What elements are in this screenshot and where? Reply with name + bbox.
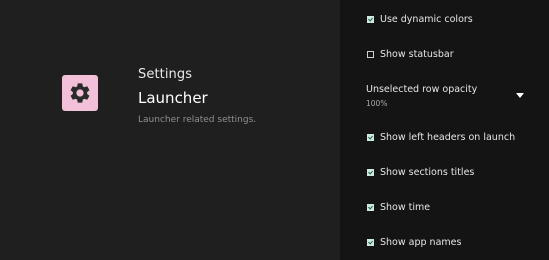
page-description: Launcher related settings. (138, 115, 257, 125)
setting-use-dynamic-colors[interactable]: Use dynamic colors (367, 11, 473, 27)
setting-label: Unselected row opacity (366, 84, 478, 95)
settings-list-panel: Use dynamic colors Show statusbar Unsele… (340, 0, 549, 260)
setting-show-app-names[interactable]: Show app names (367, 234, 461, 250)
caret-down-icon[interactable] (516, 93, 524, 98)
setting-show-left-headers[interactable]: Show left headers on launch (367, 129, 515, 145)
breadcrumb: Settings (138, 67, 193, 82)
setting-label: Show left headers on launch (380, 131, 516, 143)
setting-label: Show statusbar (380, 48, 454, 60)
gear-icon (70, 83, 90, 103)
launcher-settings-screen: Settings Launcher Launcher related setti… (0, 0, 549, 260)
settings-header-pane: Settings Launcher Launcher related setti… (0, 0, 340, 260)
setting-label: Show sections titles (380, 166, 475, 178)
settings-app-icon (62, 75, 98, 111)
checkbox-checked-icon[interactable] (367, 203, 374, 211)
checkbox-checked-icon[interactable] (367, 238, 374, 246)
page-title: Launcher (138, 89, 208, 107)
setting-label: Show app names (380, 236, 462, 248)
setting-unselected-row-opacity[interactable]: Unselected row opacity 100% (366, 84, 526, 112)
setting-show-statusbar[interactable]: Show statusbar (367, 46, 454, 62)
setting-label: Use dynamic colors (380, 13, 473, 25)
checkbox-checked-icon[interactable] (367, 168, 374, 176)
setting-show-sections-titles[interactable]: Show sections titles (367, 164, 474, 180)
setting-label: Show time (380, 201, 431, 213)
checkbox-checked-icon[interactable] (367, 133, 374, 141)
checkbox-unchecked-icon[interactable] (367, 50, 374, 58)
checkbox-checked-icon[interactable] (367, 15, 374, 23)
setting-value: 100% (366, 99, 388, 108)
setting-show-time[interactable]: Show time (367, 199, 430, 215)
